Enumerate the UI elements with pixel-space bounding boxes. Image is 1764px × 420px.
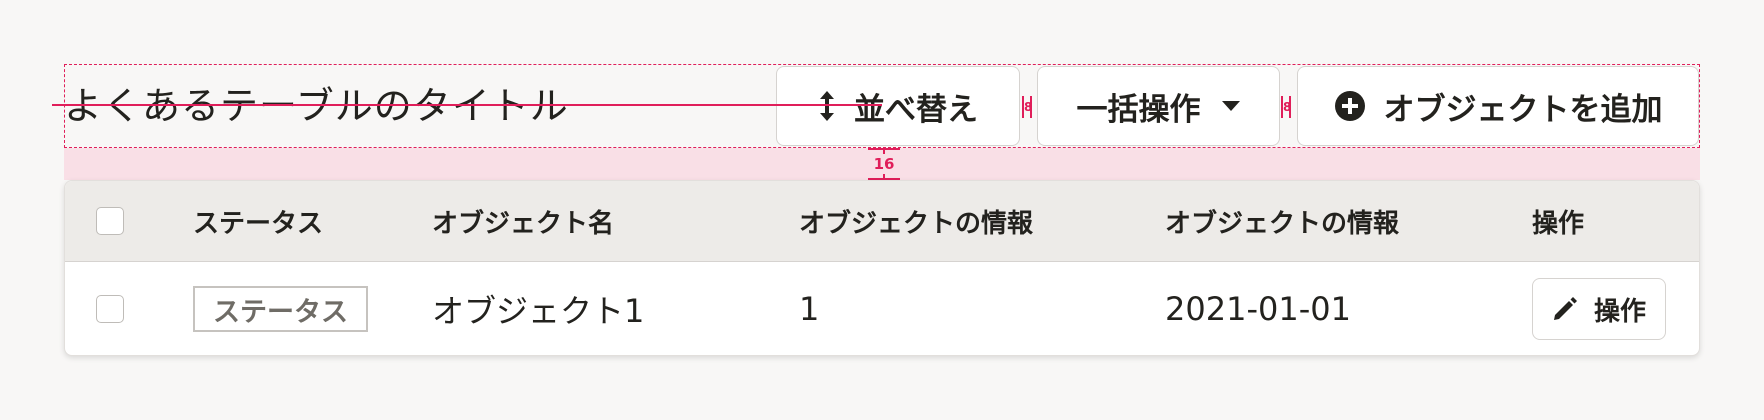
plus-circle-icon [1334, 90, 1366, 122]
column-header-status[interactable]: ステータス [193, 181, 323, 261]
column-header-object-info-1[interactable]: オブジェクトの情報 [799, 181, 1033, 261]
row-action-button[interactable]: 操作 [1532, 278, 1666, 340]
caret-down-icon [1221, 100, 1241, 112]
sort-button[interactable]: 並べ替え [776, 66, 1020, 146]
vertical-gap-label: 16 [868, 154, 900, 174]
bulk-action-button[interactable]: 一括操作 [1037, 66, 1280, 146]
pencil-icon [1552, 296, 1578, 322]
gap-marker: 8 [1022, 96, 1032, 118]
sort-button-label: 並べ替え [854, 91, 978, 128]
add-object-button-label: オブジェクトを追加 [1383, 91, 1663, 128]
up-down-arrow-icon [818, 90, 836, 122]
status-badge: ステータス [193, 286, 368, 332]
select-all-checkbox[interactable] [96, 207, 124, 235]
table-row: ステータス オブジェクト1 1 2021-01-01 操作 [65, 261, 1699, 355]
page-title: よくあるテーブルのタイトル [64, 84, 569, 128]
row-select-cell [96, 261, 124, 355]
actions-cell: 操作 [1532, 261, 1666, 355]
add-object-button[interactable]: オブジェクトを追加 [1297, 66, 1699, 146]
select-all-cell [96, 181, 124, 261]
row-checkbox[interactable] [96, 295, 124, 323]
baseline-guide-line [52, 104, 882, 106]
column-header-object-name[interactable]: オブジェクト名 [432, 181, 614, 261]
object-info-cell-2: 2021-01-01 [1165, 290, 1351, 328]
column-header-actions: 操作 [1532, 208, 1585, 239]
status-cell: ステータス [193, 261, 368, 355]
column-header-object-info-2[interactable]: オブジェクトの情報 [1165, 181, 1399, 261]
data-table: ステータス オブジェクト名 オブジェクトの情報 オブジェクトの情報 操作 ステー… [64, 180, 1700, 356]
object-name-cell: オブジェクト1 [432, 292, 645, 330]
object-info-cell-1: 1 [799, 290, 820, 328]
row-action-button-label: 操作 [1593, 296, 1646, 327]
gap-marker: 8 [1281, 96, 1291, 118]
table-header-row: ステータス オブジェクト名 オブジェクトの情報 オブジェクトの情報 操作 [65, 181, 1699, 262]
bulk-action-button-label: 一括操作 [1076, 91, 1201, 128]
